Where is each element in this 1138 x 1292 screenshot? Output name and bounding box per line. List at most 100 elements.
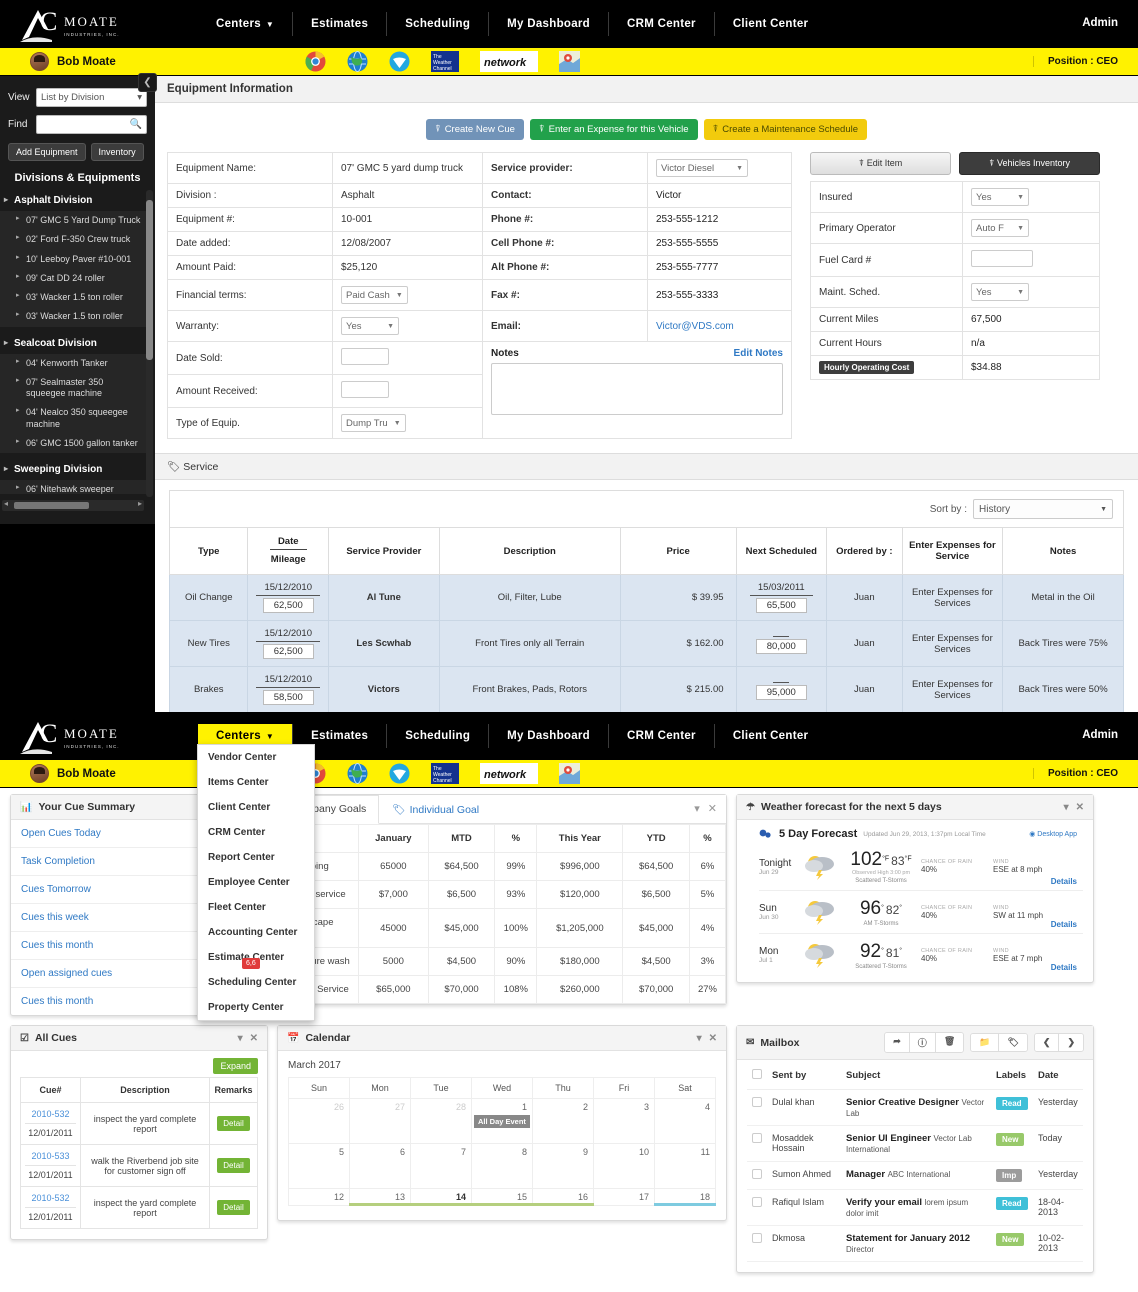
table-row[interactable]: Sumon Ahmed Manager ABC International Im… [747,1161,1083,1190]
detail-button[interactable]: Detail [217,1200,250,1215]
email-link[interactable]: Victor@VDS.com [656,321,734,332]
sort-by-select[interactable]: History ▼ [973,499,1113,519]
trash-icon[interactable]: 🗑 [935,1033,964,1052]
weather-channel-icon[interactable]: The Weather Channel [431,763,459,784]
division-sweeping[interactable]: Sweeping Division [0,459,146,480]
search-icon[interactable]: 🔍 [130,119,142,130]
folder-icon[interactable]: 📁 [971,1034,1000,1051]
calendar-day[interactable]: 9 [532,1143,594,1189]
cue-id-link[interactable]: 2010-533 [25,1151,76,1166]
forecast-details-link[interactable]: Details [1051,920,1077,929]
network-icon[interactable]: network [480,763,538,784]
avatar[interactable] [30,52,49,71]
row-checkbox[interactable] [752,1133,762,1143]
calendar-day[interactable]: 17 [593,1188,655,1206]
close-icon[interactable]: ✕ [704,795,726,823]
detail-button[interactable]: Detail [217,1158,250,1173]
calendar-day-with-event[interactable]: 1 All Day Event [471,1098,533,1144]
collapse-icon[interactable]: ▾ [697,1033,702,1044]
next-mileage[interactable]: 95,000 [755,684,807,700]
close-icon[interactable]: ✕ [250,1033,258,1044]
forecast-details-link[interactable]: Details [1051,963,1077,972]
amount-received-input[interactable] [341,381,389,398]
nav-item-scheduling[interactable]: Scheduling [387,12,490,36]
company-logo[interactable]: C MOATE INDUSTRIES, INC. [18,714,138,758]
tree-hscroll-thumb[interactable] [14,502,89,509]
select-all-checkbox[interactable] [752,1069,762,1079]
row-checkbox[interactable] [752,1233,762,1243]
equipment-item[interactable]: 02' Ford F-350 Crew truck [0,230,146,249]
calendar-day[interactable]: 6 [349,1143,411,1189]
desktop-app-link[interactable]: ◉ Desktop App [1029,830,1077,838]
menu-item-client-center[interactable]: Client Center [198,795,314,820]
calendar-day[interactable]: 26 [288,1098,350,1144]
forecast-details-link[interactable]: Details [1051,877,1077,886]
warranty-select[interactable]: Yes ▼ [341,317,399,335]
menu-item-crm-center[interactable]: CRM Center [198,820,314,845]
service-expenses-link[interactable]: Enter Expenses for Services [901,620,1004,667]
enter-expense-button[interactable]: ⍒ Enter an Expense for this Vehicle [529,119,698,140]
calendar-day[interactable]: 3 [593,1098,655,1144]
date-sold-input[interactable] [341,348,389,365]
nav-item-client-center[interactable]: Client Center [715,12,826,36]
table-row[interactable]: Rafiqul Islam Verify your email lorem ip… [747,1189,1083,1226]
info-icon[interactable]: ⓘ [909,1033,936,1052]
notes-textarea[interactable] [491,363,783,415]
next-mileage[interactable]: 65,500 [755,598,807,613]
collapse-icon[interactable]: ▾ [238,1033,243,1044]
menu-item-employee-center[interactable]: Employee Center [198,870,314,895]
equipment-item[interactable]: 07' Sealmaster 350 squeegee machine [0,373,146,404]
equipment-item[interactable]: 10' Leeboy Paver #10-001 [0,250,146,269]
type-of-equip-select[interactable]: Dump Tru ▼ [341,414,406,432]
edit-item-button[interactable]: ⍒ Edit Item [810,152,951,175]
nav-item-crm-center[interactable]: CRM Center [609,724,715,748]
menu-item-fleet-center[interactable]: Fleet Center [198,895,314,920]
admin-label[interactable]: Admin [1082,17,1118,29]
nav-item-my-dashboard[interactable]: My Dashboard [489,724,610,748]
nav-item-my-dashboard[interactable]: My Dashboard [489,12,610,36]
menu-item-items-center[interactable]: Items Center [198,770,314,795]
edit-notes-link[interactable]: Edit Notes [734,348,783,359]
calendar-day-with-bar[interactable]: 16 [532,1188,594,1206]
equipment-item[interactable]: 06' Nitehawk sweeper [0,480,146,494]
nav-item-estimates[interactable]: Estimates [293,12,388,36]
prev-icon[interactable]: ❮ [1034,1034,1060,1051]
calendar-day-with-bar[interactable]: 18 [654,1188,716,1206]
table-row[interactable]: Dulal khan Senior Creative Designer Vect… [747,1089,1083,1126]
sidebar-collapse-icon[interactable]: ❮ [138,73,157,92]
service-expenses-link[interactable]: Enter Expenses for Services [901,666,1004,713]
calendar-day[interactable]: 27 [349,1098,411,1144]
row-checkbox[interactable] [752,1097,762,1107]
service-mileage[interactable]: 62,500 [262,598,314,613]
nav-item-client-center[interactable]: Client Center [715,724,826,748]
equipment-item[interactable]: 06' GMC 1500 gallon tanker [0,434,146,453]
expand-button[interactable]: Expand [213,1058,258,1074]
nav-item-scheduling[interactable]: Scheduling [387,724,490,748]
calendar-day[interactable]: 28 [410,1098,472,1144]
menu-item-accounting-center[interactable]: Accounting Center [198,920,314,945]
chrome-icon[interactable] [305,51,326,72]
calendar-event[interactable]: All Day Event [474,1115,530,1128]
collapse-icon[interactable]: ▾ [1064,802,1069,813]
calendar-day[interactable]: 7 [410,1143,472,1189]
equipment-item[interactable]: 04' Kenworth Tanker [0,354,146,373]
calendar-day[interactable]: 4 [654,1098,716,1144]
nav-item-centers[interactable]: Centers ▼ [198,12,294,36]
calendar-day-with-bar[interactable]: 13 [349,1188,411,1206]
close-icon[interactable]: ✕ [709,1033,717,1044]
admin-label[interactable]: Admin [1082,729,1118,741]
calendar-day[interactable]: 11 [654,1143,716,1189]
menu-item-scheduling-center[interactable]: Scheduling Center [198,970,314,995]
maps-icon[interactable] [559,763,580,784]
equipment-item[interactable]: 03' Wacker 1.5 ton roller [0,288,146,307]
tab-individual-goal[interactable]: 🏷 Individual Goal [379,795,492,823]
row-checkbox[interactable] [752,1197,762,1207]
calendar-day[interactable]: 12 [288,1188,350,1206]
calendar-day[interactable]: 5 [288,1143,350,1189]
service-expenses-link[interactable]: Enter Expenses for Services [901,574,1004,621]
weather-channel-icon[interactable]: The Weather Channel [431,51,459,72]
network-icon[interactable]: network [480,51,538,72]
equipment-item[interactable]: 04' Nealco 350 squeegee machine [0,403,146,434]
division-sealcoat[interactable]: Sealcoat Division [0,333,146,354]
calendar-day-with-bar[interactable]: 14 [410,1188,472,1206]
